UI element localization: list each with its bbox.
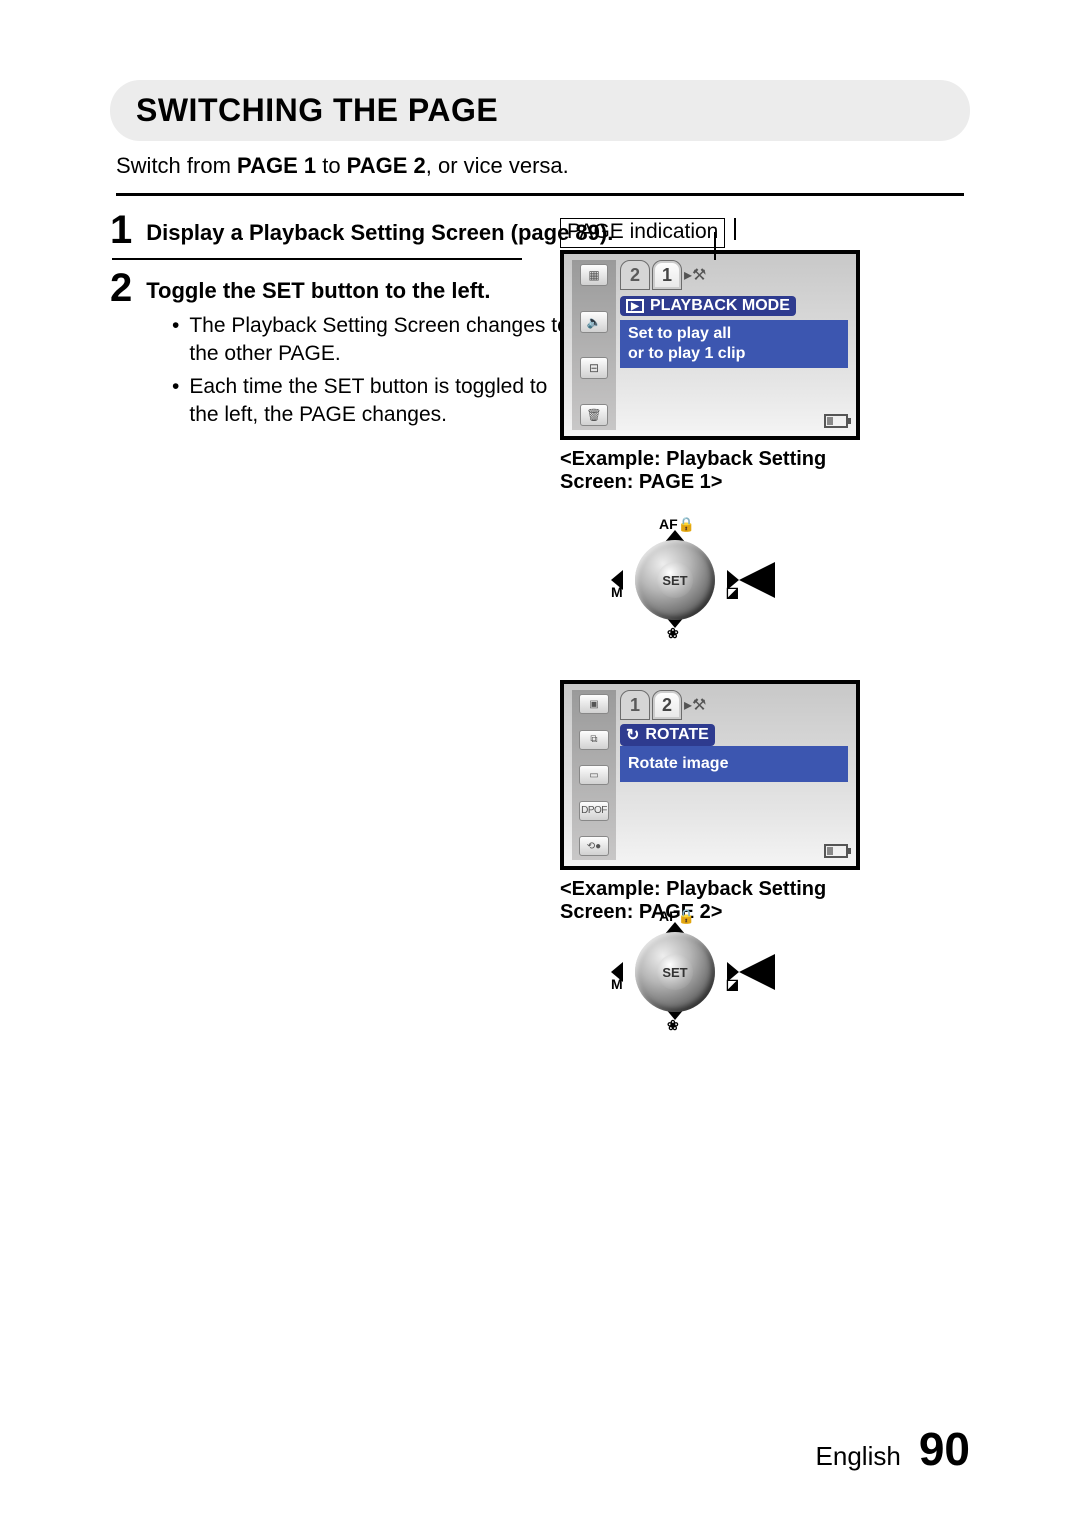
mode-chip: ▶ PLAYBACK MODE — [620, 296, 796, 316]
strip-icon: ⟲● — [579, 836, 609, 856]
rotate-icon: ↻ — [626, 725, 639, 745]
playback-screen-page2: ▣ ⧉ ▭ DPOF ⟲● 1 2 ▸⚒ ↻ ROTATE Rotate ima… — [560, 680, 860, 870]
footer-language: English — [816, 1441, 901, 1472]
joystick-body: AF🔒 M ◪ ❀ SET — [615, 926, 735, 1016]
intro-pre: Switch from — [116, 153, 237, 178]
battery-icon — [824, 414, 848, 428]
page-footer: English 90 — [816, 1422, 970, 1476]
divider — [116, 193, 964, 196]
battery-icon — [824, 844, 848, 858]
intro-b2: PAGE 2 — [347, 153, 426, 178]
strip-icon-dpof: DPOF — [579, 801, 609, 821]
strip-icon: ⊟ — [580, 357, 608, 379]
page-tab-active: 1 — [652, 260, 682, 290]
set-joystick: AF🔒 M ◪ ❀ SET — [605, 926, 745, 1066]
strip-icon: ▭ — [579, 765, 609, 785]
set-joystick: ↓ AF🔒 M ◪ ❀ SET — [605, 534, 745, 674]
intro-mid: to — [316, 153, 347, 178]
step-2-bullets: • The Playback Setting Screen changes to… — [172, 312, 572, 429]
icon-strip: ▣ ⧉ ▭ DPOF ⟲● — [572, 690, 616, 860]
figure-column: PAGE indication ▦ 🔈 ⊟ 🗑 2 1 ▸⚒ ▶ — [545, 218, 885, 1072]
page-tabs: 2 1 ▸⚒ — [620, 260, 704, 290]
bullet: • Each time the SET button is toggled to… — [172, 373, 572, 430]
triangle-left-icon — [611, 570, 623, 590]
manual-page: SWITCHING THE PAGE Switch from PAGE 1 to… — [0, 0, 1080, 1526]
playback-screen-page1: ▦ 🔈 ⊟ 🗑 2 1 ▸⚒ ▶ PLAYBACK MODE Set to pl… — [560, 250, 860, 440]
page-indication-label: PAGE indication — [560, 218, 725, 248]
bullet: • The Playback Setting Screen changes to… — [172, 312, 572, 369]
set-button: SET — [657, 562, 693, 598]
toggle-left-arrow-icon — [739, 954, 775, 990]
bullet-dot: • — [172, 373, 179, 430]
strip-icon: ▦ — [580, 264, 608, 286]
strip-icon: 🗑 — [580, 404, 608, 426]
page-tab-other: 1 — [620, 690, 650, 720]
callout-line — [734, 218, 736, 240]
mode-label: ROTATE — [645, 726, 708, 744]
strip-icon: 🔈 — [580, 311, 608, 333]
bullet-dot: • — [172, 312, 179, 369]
triangle-left-icon — [611, 962, 623, 982]
set-button: SET — [657, 954, 693, 990]
callout-pointer — [714, 232, 716, 260]
page-tab-active: 2 — [652, 690, 682, 720]
page-indication-callout: PAGE indication — [560, 218, 885, 248]
page-tab-other: 2 — [620, 260, 650, 290]
strip-icon: ▣ — [579, 694, 609, 714]
section-title-bar: SWITCHING THE PAGE — [110, 80, 970, 141]
page-tabs: 1 2 ▸⚒ — [620, 690, 704, 720]
desc-line: Set to play all — [628, 324, 840, 344]
bullet-text: The Playback Setting Screen changes to t… — [189, 312, 572, 369]
tab-tools-icon: ▸⚒ — [684, 690, 704, 720]
icon-strip: ▦ 🔈 ⊟ 🗑 — [572, 260, 616, 430]
figure-caption-2: <Example: Playback Setting Screen: PAGE … — [560, 878, 880, 924]
mode-chip: ↻ ROTATE — [620, 724, 715, 746]
figure-caption-1: <Example: Playback Setting Screen: PAGE … — [560, 448, 880, 494]
bullet-text: Each time the SET button is toggled to t… — [189, 373, 572, 430]
footer-page-number: 90 — [919, 1422, 970, 1476]
desc-line: or to play 1 clip — [628, 344, 840, 364]
step-1-number: 1 — [110, 210, 132, 250]
mode-description: Set to play all or to play 1 clip — [620, 320, 848, 368]
step-2-number: 2 — [110, 268, 132, 308]
intro-post: , or vice versa. — [426, 153, 569, 178]
body: 1 Display a Playback Setting Screen (pag… — [110, 210, 970, 429]
step-separator — [112, 258, 522, 260]
step-1-title: Display a Playback Setting Screen (page … — [146, 220, 613, 246]
triangle-right-icon — [727, 962, 739, 982]
triangle-right-icon — [727, 570, 739, 590]
mode-label: PLAYBACK MODE — [650, 297, 790, 315]
intro-b1: PAGE 1 — [237, 153, 316, 178]
toggle-left-arrow-icon — [739, 562, 775, 598]
tab-tools-icon: ▸⚒ — [684, 260, 704, 290]
play-icon: ▶ — [626, 299, 644, 313]
intro-text: Switch from PAGE 1 to PAGE 2, or vice ve… — [116, 153, 970, 179]
strip-icon: ⧉ — [579, 730, 609, 750]
step-2-title: Toggle the SET button to the left. — [146, 278, 490, 304]
desc-line: Rotate image — [628, 754, 840, 774]
section-title: SWITCHING THE PAGE — [136, 92, 944, 129]
joystick-body: AF🔒 M ◪ ❀ SET — [615, 534, 735, 624]
mode-description: Rotate image — [620, 746, 848, 782]
